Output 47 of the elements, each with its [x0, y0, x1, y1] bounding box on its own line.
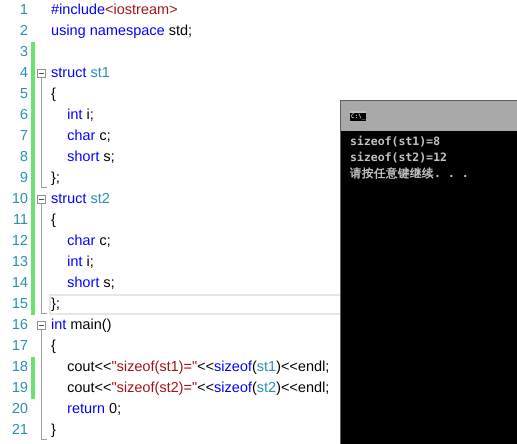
- code-line: short s;: [66, 149, 115, 166]
- collapse-icon[interactable]: [37, 195, 46, 204]
- code-line: #include<iostream>: [51, 2, 178, 19]
- line-number: 14: [10, 274, 28, 293]
- line-number: 20: [10, 400, 28, 419]
- code-line: char c;: [66, 233, 111, 250]
- console-text: 请按任意键继续. . .: [348, 165, 470, 181]
- code-line: {: [51, 212, 56, 229]
- line-number: 4: [18, 64, 28, 83]
- code-line: short s;: [66, 275, 115, 292]
- line-number: 9: [18, 169, 28, 188]
- code-line: struct st2: [51, 191, 110, 208]
- line-number: 15: [10, 295, 28, 314]
- code-line: };: [51, 170, 60, 187]
- code-line: struct st1: [51, 65, 110, 82]
- line-number: 3: [18, 43, 28, 62]
- line-number: 21: [10, 421, 28, 440]
- code-line: };: [51, 296, 60, 313]
- line-number: 1: [18, 1, 28, 20]
- line-number: 8: [18, 148, 28, 167]
- code-line: cout<<"sizeof(st1)="<<sizeof(st1)<<endl;: [66, 359, 330, 376]
- line-number: 17: [10, 337, 28, 356]
- line-number: 13: [10, 253, 28, 272]
- line-number: 5: [18, 85, 28, 104]
- code-line: using namespace std;: [51, 23, 192, 40]
- collapse-icon[interactable]: [37, 69, 46, 78]
- code-line: {: [51, 86, 56, 103]
- line-number: 12: [10, 232, 28, 251]
- code-line: int i;: [66, 254, 94, 271]
- console-text: sizeof(st1)=8: [349, 133, 442, 149]
- line-number: 16: [10, 316, 28, 335]
- collapse-icon[interactable]: [37, 321, 46, 330]
- line-number: 7: [18, 127, 28, 146]
- code-line: cout<<"sizeof(st2)="<<sizeof(st2)<<endl;: [66, 380, 330, 397]
- console-text: sizeof(st2)=12: [349, 149, 448, 165]
- code-line: int i;: [66, 107, 94, 124]
- code-line: return 0;: [66, 401, 122, 418]
- line-number: 6: [18, 106, 28, 125]
- code-line: int main(): [51, 317, 112, 334]
- code-line: char c;: [66, 128, 111, 145]
- line-number: 2: [18, 22, 28, 41]
- line-number: 19: [10, 379, 28, 398]
- line-number: 10: [10, 190, 28, 209]
- code-line: {: [51, 338, 56, 355]
- line-number: 18: [10, 358, 28, 377]
- code-line: }: [51, 422, 56, 439]
- line-number: 11: [12, 211, 28, 230]
